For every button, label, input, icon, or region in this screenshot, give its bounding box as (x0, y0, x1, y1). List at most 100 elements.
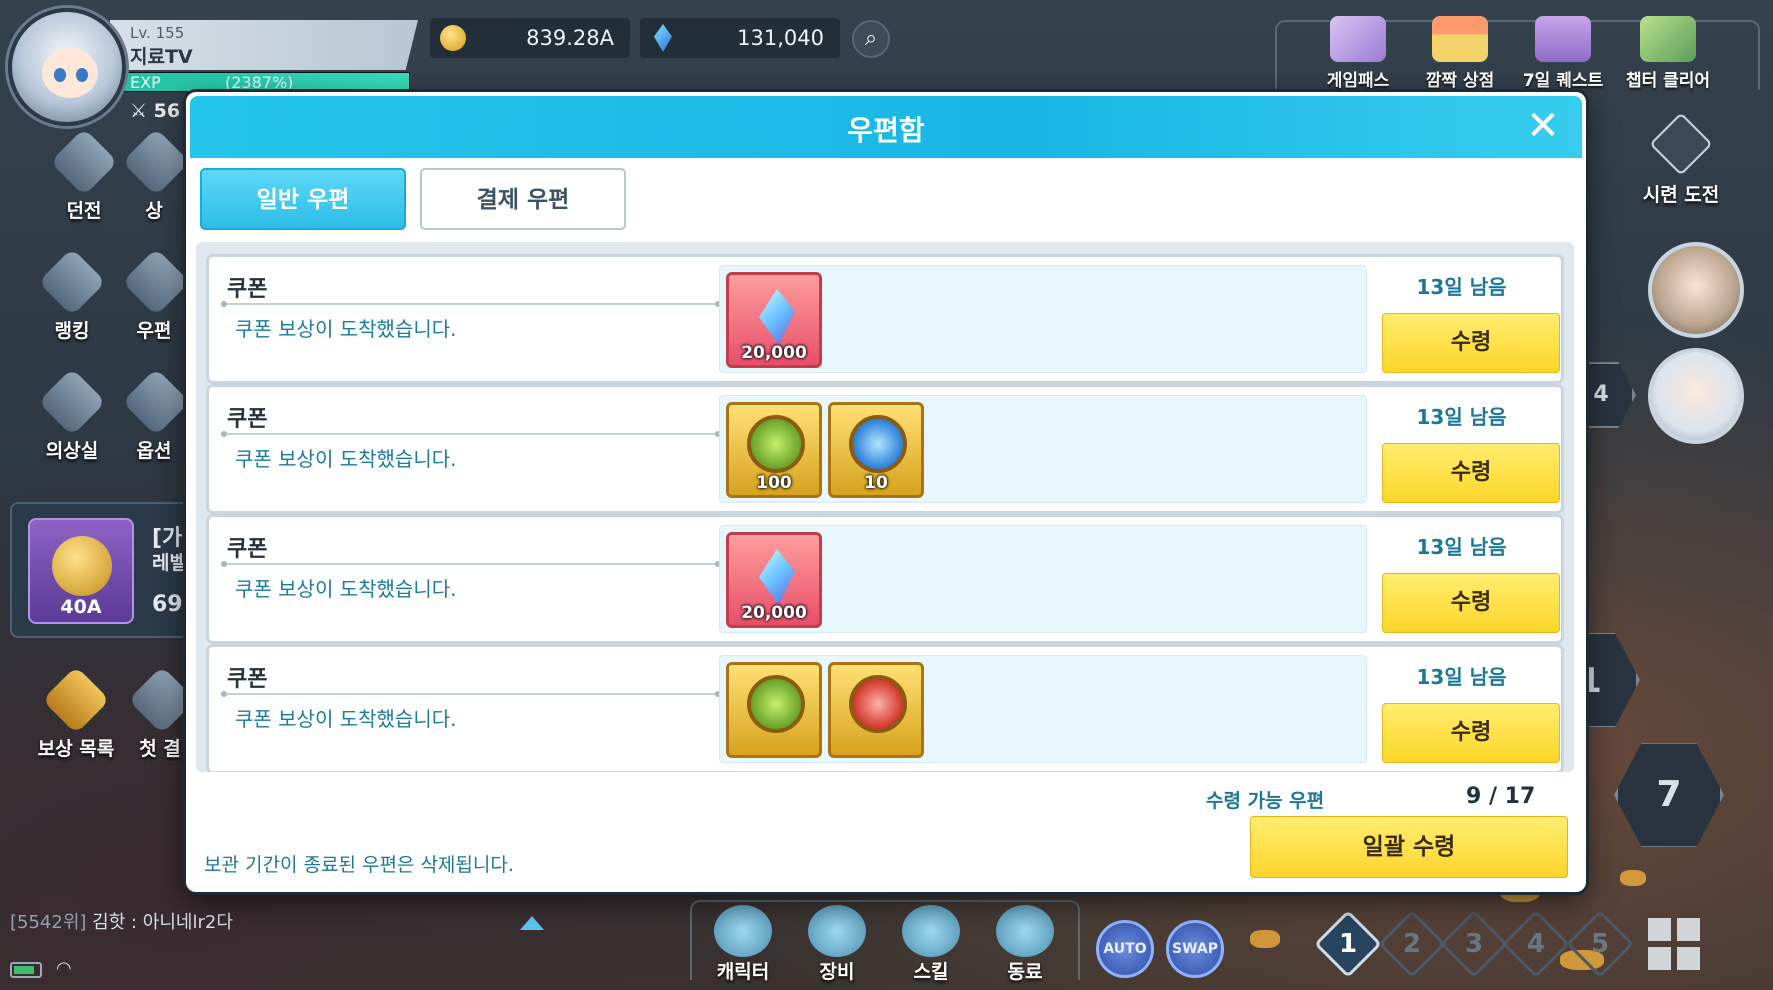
days-left: 13일 남음 (1416, 535, 1507, 559)
gold-medal-icon (52, 536, 112, 596)
mailbox-modal: 우편함 ✕ 일반 우편 결제 우편 쿠폰 쿠폰 보상이 도착했습니다. 20,0… (186, 92, 1586, 892)
green-emblem-icon (747, 415, 805, 473)
skill-icon (902, 905, 960, 957)
crystal-icon (759, 289, 795, 345)
mail-item: 쿠폰 쿠폰 보상이 도착했습니다. 20,000 13일 남음 수령 (206, 514, 1564, 644)
menu-trial-challenge[interactable]: 시련 도전 (1628, 112, 1734, 207)
skill-slot-4[interactable]: 4 (1502, 910, 1570, 978)
item-quantity: 20,000 (741, 603, 807, 623)
skill-slot-1[interactable]: 1 (1314, 910, 1382, 978)
menu-wardrobe[interactable]: 의상실 (22, 368, 122, 463)
mail-title: 쿠폰 (227, 667, 268, 692)
menu-icon (124, 130, 184, 196)
skill-slot-5[interactable]: 5 (1566, 910, 1634, 978)
search-button[interactable]: ⌕ (852, 20, 890, 58)
reward-item[interactable] (828, 662, 924, 758)
menu-character[interactable]: 캐릭터 (700, 905, 786, 984)
shop-icon (1432, 16, 1488, 62)
mail-title: 쿠폰 (227, 407, 268, 432)
mail-icon (124, 250, 184, 316)
claim-button[interactable]: 수령 (1382, 703, 1560, 763)
menu-partial[interactable]: 상 (124, 130, 184, 223)
chat-message: 김핫 : 아니네lr2다 (92, 912, 233, 933)
reward-area: 100 10 (719, 395, 1367, 503)
menu-skill[interactable]: 스킬 (888, 905, 974, 984)
sword-icon (996, 905, 1054, 957)
swap-button[interactable]: SWAP (1166, 920, 1224, 978)
gem-icon (654, 24, 672, 52)
player-level: Lv. 155 (130, 24, 185, 42)
divider (221, 301, 721, 307)
mail-message: 쿠폰 보상이 도착했습니다. (235, 317, 457, 341)
reward-item[interactable]: 20,000 (726, 272, 822, 368)
treasure-chest-icon (42, 666, 110, 734)
divider (221, 691, 721, 697)
reward-item[interactable]: 100 (726, 402, 822, 498)
close-button[interactable]: ✕ (1522, 106, 1564, 148)
mail-message: 쿠폰 보상이 도착했습니다. (235, 707, 457, 731)
menu-reward-list[interactable]: 보상 목록 (24, 666, 128, 761)
item-quantity: 100 (756, 473, 792, 493)
mail-list[interactable]: 쿠폰 쿠폰 보상이 도착했습니다. 20,000 13일 남음 수령 쿠폰 쿠폰… (196, 242, 1574, 772)
mail-message: 쿠폰 보상이 도착했습니다. (235, 577, 457, 601)
medal-slot: 40A (28, 518, 134, 624)
chat-expand-icon[interactable] (520, 916, 544, 930)
gold-coin-icon (440, 25, 466, 51)
wifi-icon: ◠ (56, 958, 72, 979)
days-left: 13일 남음 (1416, 275, 1507, 299)
exp-label: EXP (130, 73, 161, 92)
grid-menu-icon[interactable] (1648, 918, 1700, 970)
reward-item[interactable]: 10 (828, 402, 924, 498)
modal-header: 우편함 ✕ (190, 96, 1582, 158)
claim-button[interactable]: 수령 (1382, 313, 1560, 373)
character-icon (714, 905, 772, 957)
item-quantity: 10 (864, 473, 888, 493)
reward-area: 20,000 (719, 265, 1367, 373)
reward-item[interactable]: 20,000 (726, 532, 822, 628)
menu-dungeon[interactable]: 던전 (34, 128, 134, 223)
tab-payment-mail[interactable]: 결제 우편 (420, 168, 626, 230)
reward-item[interactable] (726, 662, 822, 758)
menu-options[interactable]: 옵션 (124, 370, 184, 463)
companion-avatar-1[interactable] (1648, 242, 1744, 338)
red-emblem-icon (849, 675, 907, 733)
claim-all-button[interactable]: 일괄 수령 (1250, 816, 1568, 878)
divider (221, 431, 721, 437)
claimable-count: 9 / 17 (1466, 784, 1536, 809)
menu-ranking[interactable]: 랭킹 (22, 248, 122, 343)
green-emblem-icon (747, 675, 805, 733)
player-avatar[interactable] (8, 8, 126, 126)
dress-icon (38, 368, 106, 436)
menu-first-purchase[interactable]: 첫 결 (130, 668, 190, 761)
auto-button[interactable]: AUTO (1096, 920, 1154, 978)
menu-mail[interactable]: 우편 (124, 250, 184, 343)
tab-general-mail[interactable]: 일반 우편 (200, 168, 406, 230)
gold-counter: 839.28A (430, 18, 630, 58)
calendar-icon (1535, 16, 1591, 62)
menu-equipment[interactable]: 장비 (794, 905, 880, 984)
trophy-icon (38, 248, 106, 316)
character-icon (130, 668, 190, 734)
panel-number: 69 (152, 592, 183, 617)
reward-area: 20,000 (719, 525, 1367, 633)
menu-game-pass[interactable]: 게임패스 (1310, 16, 1406, 91)
menu-7day-quest[interactable]: 7일 퀘스트 (1515, 16, 1611, 91)
days-left: 13일 남음 (1416, 405, 1507, 429)
menu-companion[interactable]: 동료 (982, 905, 1068, 984)
swords-icon (50, 128, 118, 196)
menu-surprise-shop[interactable]: 깜짝 상점 (1412, 16, 1508, 91)
skill-slot-2[interactable]: 2 (1378, 910, 1446, 978)
skill-slot-3[interactable]: 3 (1440, 910, 1508, 978)
close-icon: ✕ (1526, 103, 1560, 149)
chat-line[interactable]: [5542위] 김핫 : 아니네lr2다 (10, 908, 550, 944)
level-reward-panel[interactable]: 40A [가 레벨 69 (10, 502, 190, 638)
gear-icon (124, 370, 184, 436)
mail-title: 쿠폰 (227, 537, 268, 562)
chat-rank: [5542위] (10, 912, 87, 933)
claim-button[interactable]: 수령 (1382, 573, 1560, 633)
companion-avatar-2[interactable] (1648, 348, 1744, 444)
days-left: 13일 남음 (1416, 665, 1507, 689)
mail-item: 쿠폰 쿠폰 보상이 도착했습니다. 13일 남음 수령 (206, 644, 1564, 772)
menu-chapter-clear[interactable]: 챕터 클리어 (1620, 16, 1716, 91)
claim-button[interactable]: 수령 (1382, 443, 1560, 503)
